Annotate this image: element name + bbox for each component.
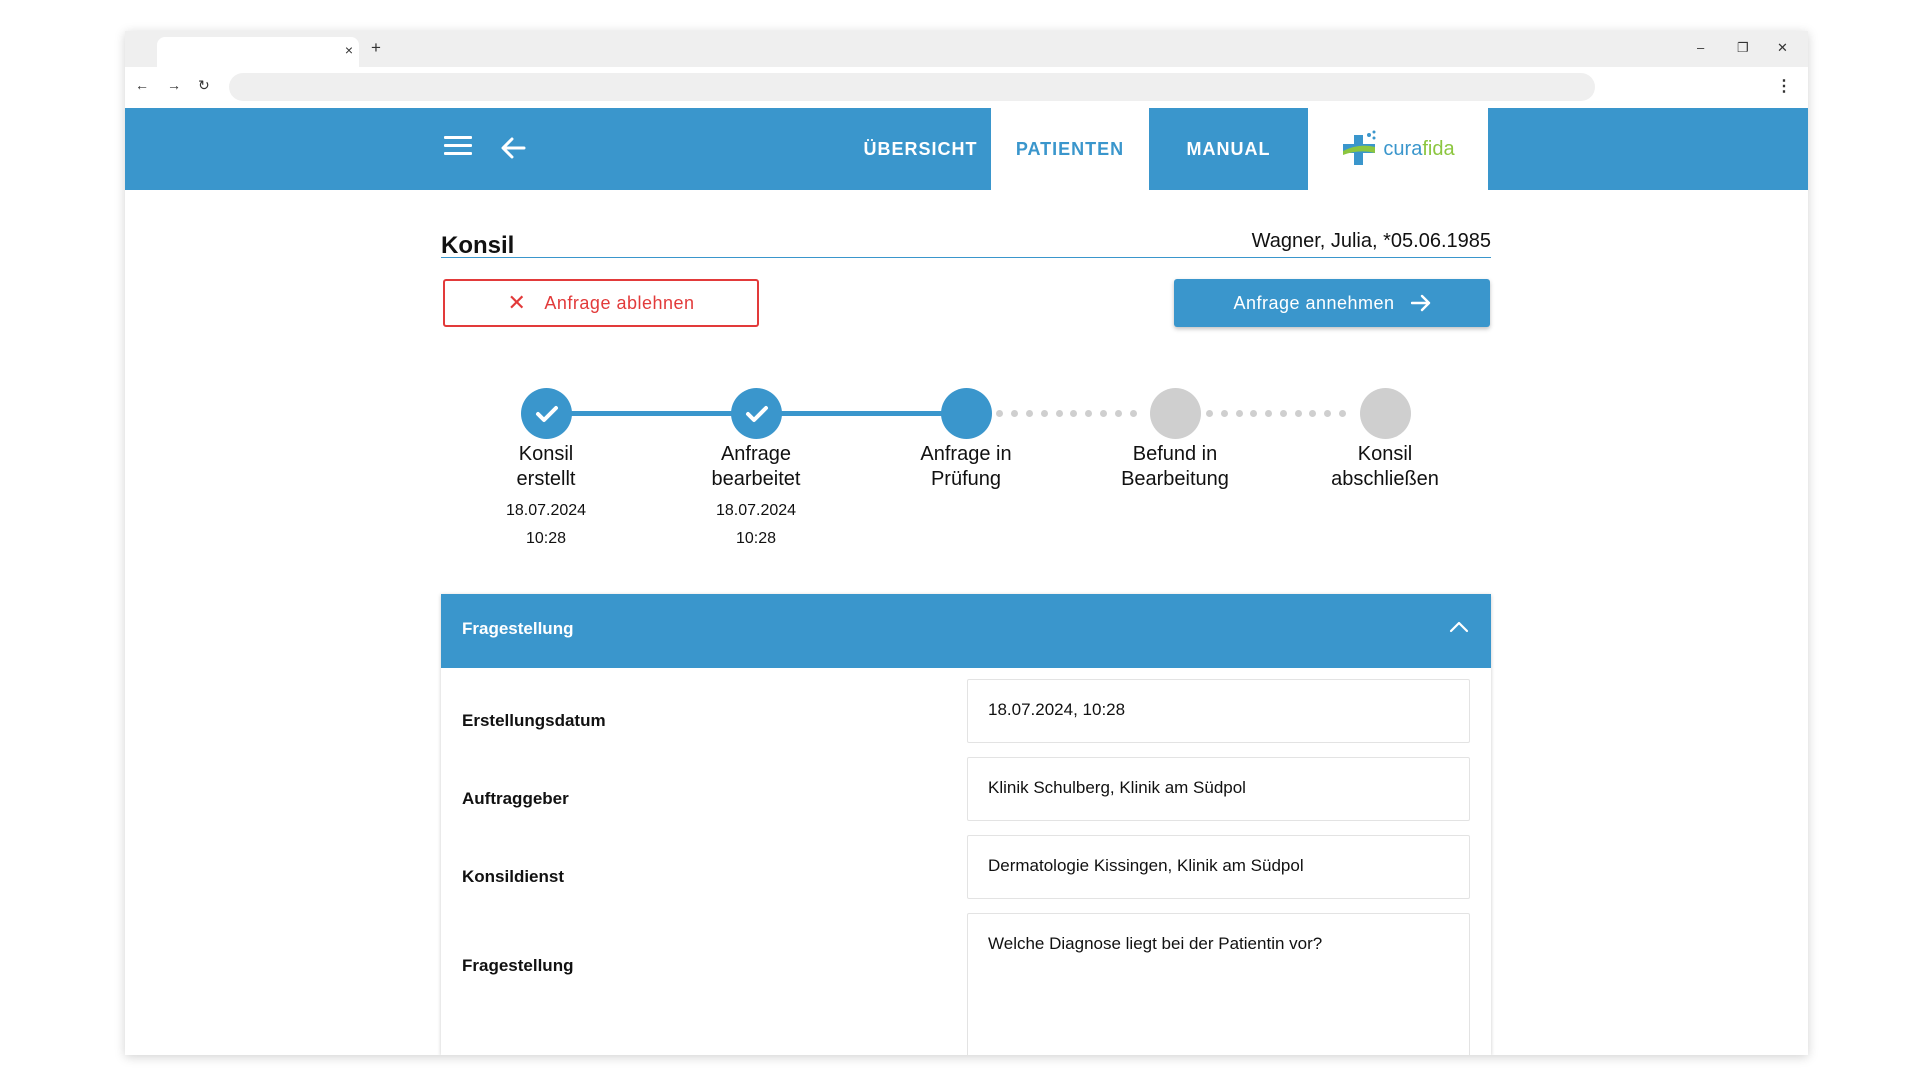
field-label-auftraggeber: Auftraggeber [462, 789, 569, 808]
tab-manual[interactable]: MANUAL [1149, 108, 1308, 190]
step-3-label: Anfrage in Prüfung [920, 443, 1012, 490]
logo-text: curafida [1383, 137, 1455, 160]
curafida-logo: curafida [1308, 108, 1488, 190]
check-icon [745, 405, 768, 422]
accept-label: Anfrage annehmen [1233, 292, 1395, 313]
patient-info: Wagner, Julia, *05.06.1985 [1251, 230, 1491, 252]
step-5-circle [1360, 388, 1411, 439]
panel-header[interactable]: Fragestellung [441, 594, 1491, 668]
step-2-label: Anfrage bearbeitet [711, 443, 801, 490]
browser-tabstrip: × + – ❐ ✕ [125, 31, 1808, 67]
reject-label: Anfrage ablehnen [544, 292, 695, 313]
step-2-date: 18.07.2024 10:28 [715, 502, 797, 547]
address-bar[interactable] [229, 73, 1595, 101]
step-3-circle [941, 388, 992, 439]
app-header: ÜBERSICHT PATIENTEN MANUAL curafida [125, 108, 1808, 190]
reload-icon[interactable]: ↻ [198, 77, 210, 94]
window-close-icon[interactable]: ✕ [1777, 40, 1788, 56]
new-tab-icon[interactable]: + [371, 38, 381, 58]
stepper-dots-1 [996, 410, 1137, 417]
tab-close-icon[interactable]: × [345, 42, 353, 58]
minimize-icon[interactable]: – [1697, 40, 1704, 55]
hamburger-menu-icon[interactable] [444, 136, 472, 160]
panel-title: Fragestellung [462, 619, 574, 638]
stepper-dots-2 [1206, 410, 1346, 417]
field-value-fragestellung: Welche Diagnose liegt bei der Patientin … [967, 913, 1470, 1055]
field-value-auftraggeber: Klinik Schulberg, Klinik am Südpol [967, 757, 1470, 821]
tab-uebersicht[interactable]: ÜBERSICHT [850, 108, 991, 190]
step-5-label: Konsil abschließen [1331, 443, 1439, 490]
browser-toolbar: ← → ↻ ⋮ [125, 67, 1808, 107]
restore-icon[interactable]: ❐ [1737, 40, 1749, 56]
field-label-erstellungsdatum: Erstellungsdatum [462, 711, 606, 730]
browser-window: × + – ❐ ✕ ← → ↻ ⋮ ÜBERSICHT PATIENTEN MA… [125, 31, 1808, 1055]
step-2-circle [731, 388, 782, 439]
page-header: Konsil Wagner, Julia, *05.06.1985 [441, 230, 1491, 259]
check-icon [535, 405, 558, 422]
browser-back-icon[interactable]: ← [135, 77, 149, 93]
accept-request-button[interactable]: Anfrage annehmen [1174, 279, 1490, 327]
step-1-label: Konsil erstellt [516, 443, 576, 490]
browser-tab[interactable]: × [157, 37, 359, 67]
field-label-konsildienst: Konsildienst [462, 867, 565, 886]
field-value-konsildienst: Dermatologie Kissingen, Klinik am Südpol [967, 835, 1470, 899]
field-value-erstellungsdatum: 18.07.2024, 10:28 [967, 679, 1470, 743]
close-icon: ✕ [507, 290, 527, 315]
browser-menu-icon[interactable]: ⋮ [1776, 76, 1792, 96]
step-4-circle [1150, 388, 1201, 439]
page-title: Konsil [441, 232, 515, 259]
fragestellung-panel: Fragestellung Erstellungsdatum 18.07.202… [441, 594, 1491, 1055]
arrow-right-icon [1410, 294, 1430, 312]
field-label-fragestellung: Fragestellung [462, 956, 574, 975]
logo-cross-icon [1343, 130, 1376, 165]
step-4-label: Befund in Bearbeitung [1121, 443, 1229, 490]
step-1-circle [521, 388, 572, 439]
tab-patienten[interactable]: PATIENTEN [991, 108, 1149, 190]
chevron-up-icon[interactable] [1449, 620, 1469, 634]
reject-request-button[interactable]: ✕ Anfrage ablehnen [443, 279, 759, 327]
back-arrow-icon[interactable] [499, 134, 527, 162]
browser-forward-icon[interactable]: → [167, 77, 181, 93]
step-1-date: 18.07.2024 10:28 [505, 502, 587, 547]
